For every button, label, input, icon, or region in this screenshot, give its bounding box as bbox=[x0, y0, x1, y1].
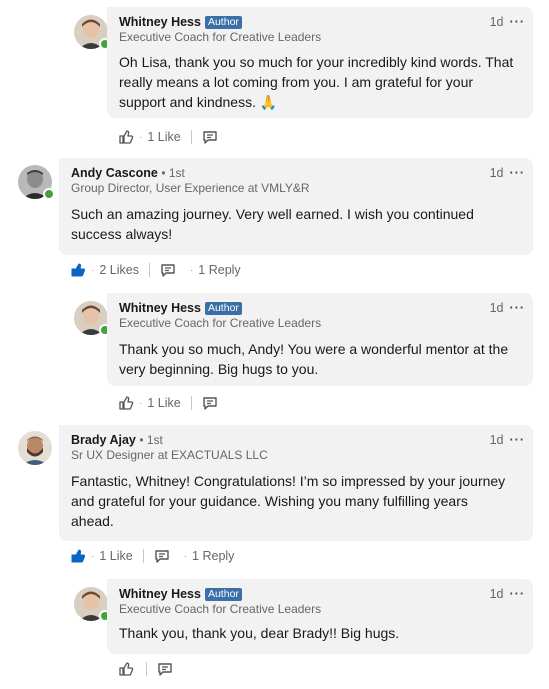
separator-dot: · bbox=[139, 397, 143, 409]
like-count[interactable]: 1 Like bbox=[147, 396, 180, 410]
comment-time: 1d bbox=[489, 433, 504, 447]
divider bbox=[148, 263, 150, 277]
commenter-headline: Executive Coach for Creative Leaders bbox=[119, 602, 322, 616]
thumbs-up-icon[interactable] bbox=[118, 129, 134, 145]
comment-time: 1d bbox=[489, 587, 504, 601]
comment-time: 1d bbox=[489, 15, 504, 29]
author-badge: Author bbox=[204, 588, 242, 601]
commenter-name[interactable]: Andy Cascone bbox=[71, 166, 158, 180]
reply-count[interactable]: 1 Reply bbox=[198, 263, 240, 277]
comment-text: Oh Lisa, thank you so much for your incr… bbox=[119, 54, 514, 110]
commenter-headline: Group Director, User Experience at VMLY&… bbox=[71, 181, 310, 195]
separator-dot: · bbox=[91, 264, 95, 276]
comment-bubble: Whitney Hess Author Executive Coach for C… bbox=[107, 293, 533, 386]
separator-dot: · bbox=[91, 550, 95, 562]
commenter-name[interactable]: Whitney Hess bbox=[119, 587, 201, 601]
comment-bubble: Andy Cascone • 1st Group Director, User … bbox=[59, 158, 533, 255]
comment-actions: · 2 Likes · 1 Reply bbox=[70, 261, 241, 279]
commenter-name[interactable]: Whitney Hess bbox=[119, 15, 201, 29]
comment-time: 1d bbox=[489, 301, 504, 315]
avatar[interactable] bbox=[74, 15, 111, 50]
divider bbox=[142, 549, 144, 563]
like-count[interactable]: 2 Likes bbox=[99, 263, 139, 277]
author-badge: Author bbox=[204, 302, 242, 315]
comment-bubble: Whitney Hess Author Executive Coach for C… bbox=[107, 579, 533, 654]
comment-text: Such an amazing journey. Very well earne… bbox=[71, 206, 474, 242]
commenter-headline: Executive Coach for Creative Leaders bbox=[119, 316, 322, 330]
comment-actions: · 1 Like bbox=[118, 394, 218, 412]
avatar[interactable] bbox=[18, 431, 52, 465]
more-icon[interactable]: ··· bbox=[510, 166, 526, 180]
comment-actions bbox=[118, 660, 173, 678]
comment-text: Fantastic, Whitney! Congratulations! I’m… bbox=[71, 473, 506, 529]
divider bbox=[190, 130, 192, 144]
separator-dot: · bbox=[183, 550, 188, 562]
avatar[interactable] bbox=[18, 165, 55, 200]
comment-bubble: Whitney Hess Author Executive Coach for C… bbox=[107, 7, 533, 118]
thumbs-up-icon[interactable] bbox=[118, 395, 134, 411]
separator-dot: · bbox=[139, 131, 143, 143]
comment-time: 1d bbox=[489, 166, 504, 180]
online-dot-icon bbox=[43, 188, 55, 200]
commenter-headline: Sr UX Designer at EXACTUALS LLC bbox=[71, 448, 268, 462]
like-count[interactable]: 1 Like bbox=[147, 130, 180, 144]
more-icon[interactable]: ··· bbox=[510, 433, 526, 447]
thumbs-up-icon[interactable] bbox=[118, 661, 134, 677]
connection-degree: • 1st bbox=[139, 433, 163, 447]
comment-icon[interactable] bbox=[202, 129, 218, 145]
comment-icon[interactable] bbox=[202, 395, 218, 411]
like-count[interactable]: 1 Like bbox=[99, 549, 132, 563]
connection-degree: • 1st bbox=[161, 166, 185, 180]
comment-actions: · 1 Like · 1 Reply bbox=[70, 547, 234, 565]
more-icon[interactable]: ··· bbox=[510, 301, 526, 315]
reply-count[interactable]: 1 Reply bbox=[192, 549, 234, 563]
author-badge: Author bbox=[204, 16, 242, 29]
comment-icon[interactable] bbox=[154, 548, 170, 564]
comment-icon[interactable] bbox=[157, 661, 173, 677]
avatar[interactable] bbox=[74, 587, 111, 622]
avatar[interactable] bbox=[74, 301, 111, 336]
commenter-headline: Executive Coach for Creative Leaders bbox=[119, 30, 322, 44]
comment-bubble: Brady Ajay • 1st Sr UX Designer at EXACT… bbox=[59, 425, 533, 541]
divider bbox=[190, 396, 192, 410]
divider bbox=[146, 662, 147, 676]
comment-text: Thank you, thank you, dear Brady!! Big h… bbox=[119, 625, 400, 641]
comment-text: Thank you so much, Andy! You were a wond… bbox=[119, 341, 509, 377]
thumbs-up-icon[interactable] bbox=[70, 262, 86, 278]
separator-dot: · bbox=[189, 264, 194, 276]
more-icon[interactable]: ··· bbox=[510, 15, 526, 29]
comment-actions: · 1 Like bbox=[118, 128, 218, 146]
commenter-name[interactable]: Brady Ajay bbox=[71, 433, 136, 447]
comment-icon[interactable] bbox=[160, 262, 176, 278]
thumbs-up-icon[interactable] bbox=[70, 548, 86, 564]
more-icon[interactable]: ··· bbox=[510, 587, 526, 601]
commenter-name[interactable]: Whitney Hess bbox=[119, 301, 201, 315]
avatar-brady-image bbox=[18, 431, 52, 465]
